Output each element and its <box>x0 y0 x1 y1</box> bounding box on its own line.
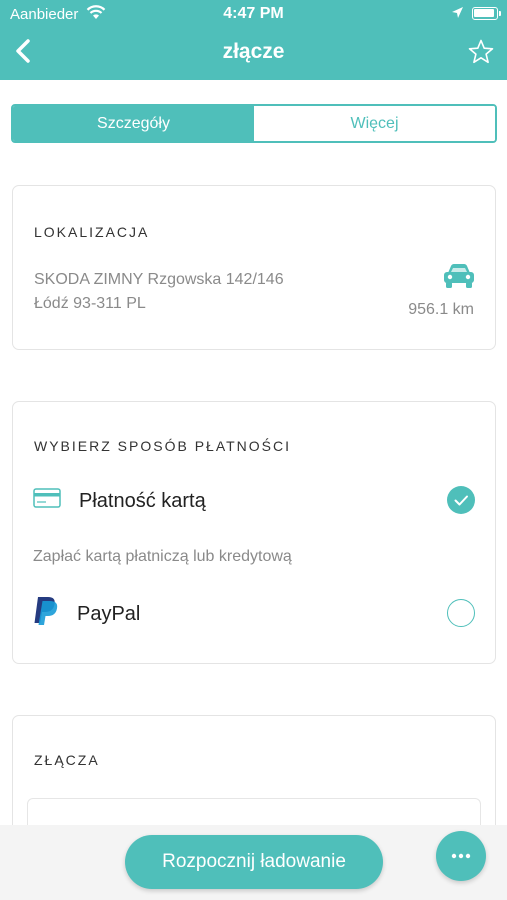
more-options-button[interactable] <box>436 831 486 881</box>
payment-card: WYBIERZ SPOSÓB PŁATNOŚCI Płatność kartą … <box>12 401 496 664</box>
paypal-radio[interactable] <box>447 599 475 627</box>
payment-section-title: WYBIERZ SPOSÓB PŁATNOŚCI <box>34 438 292 454</box>
start-charging-button[interactable]: Rozpocznij ładowanie <box>125 835 383 889</box>
car-icon[interactable] <box>442 262 476 290</box>
details-content[interactable]: Szczegóły Więcej LOKALIZACJA SKODA ZIMNY… <box>0 80 507 825</box>
card-payment-selected-check[interactable] <box>447 486 475 514</box>
more-dots-icon <box>451 853 471 859</box>
tab-details[interactable]: Szczegóły <box>13 106 254 141</box>
connectors-section-title: ZŁĄCZA <box>34 752 100 768</box>
card-payment-label[interactable]: Płatność kartą <box>79 490 206 513</box>
checkmark-icon <box>454 495 468 506</box>
distance-value: 956.1 km <box>408 301 474 318</box>
favorite-star-icon[interactable] <box>467 38 495 66</box>
app-header: Aanbieder 4:47 PM złącze <box>0 0 507 80</box>
connectors-card: ZŁĄCZA <box>12 715 496 825</box>
location-arrow-icon <box>452 7 463 18</box>
location-section-title: LOKALIZACJA <box>34 224 150 240</box>
card-payment-description: Zapłać kartą płatniczą lub kredytową <box>33 548 292 565</box>
connector-item[interactable] <box>27 798 481 825</box>
address-line-1: SKODA ZIMNY Rzgowska 142/146 <box>34 271 284 288</box>
paypal-icon <box>34 597 58 625</box>
battery-icon <box>472 7 501 20</box>
address-line-2: Łódź 93-311 PL <box>34 295 146 312</box>
segmented-tabs: Szczegóły Więcej <box>11 104 497 143</box>
status-bar: Aanbieder 4:47 PM <box>0 0 507 28</box>
bottom-action-bar: Rozpocznij ładowanie <box>0 825 507 900</box>
credit-card-icon <box>33 488 61 508</box>
location-card: LOKALIZACJA SKODA ZIMNY Rzgowska 142/146… <box>12 185 496 350</box>
tab-more[interactable]: Więcej <box>254 106 495 141</box>
page-title: złącze <box>222 40 285 63</box>
status-time: 4:47 PM <box>223 5 284 22</box>
paypal-label[interactable]: PayPal <box>77 603 140 626</box>
